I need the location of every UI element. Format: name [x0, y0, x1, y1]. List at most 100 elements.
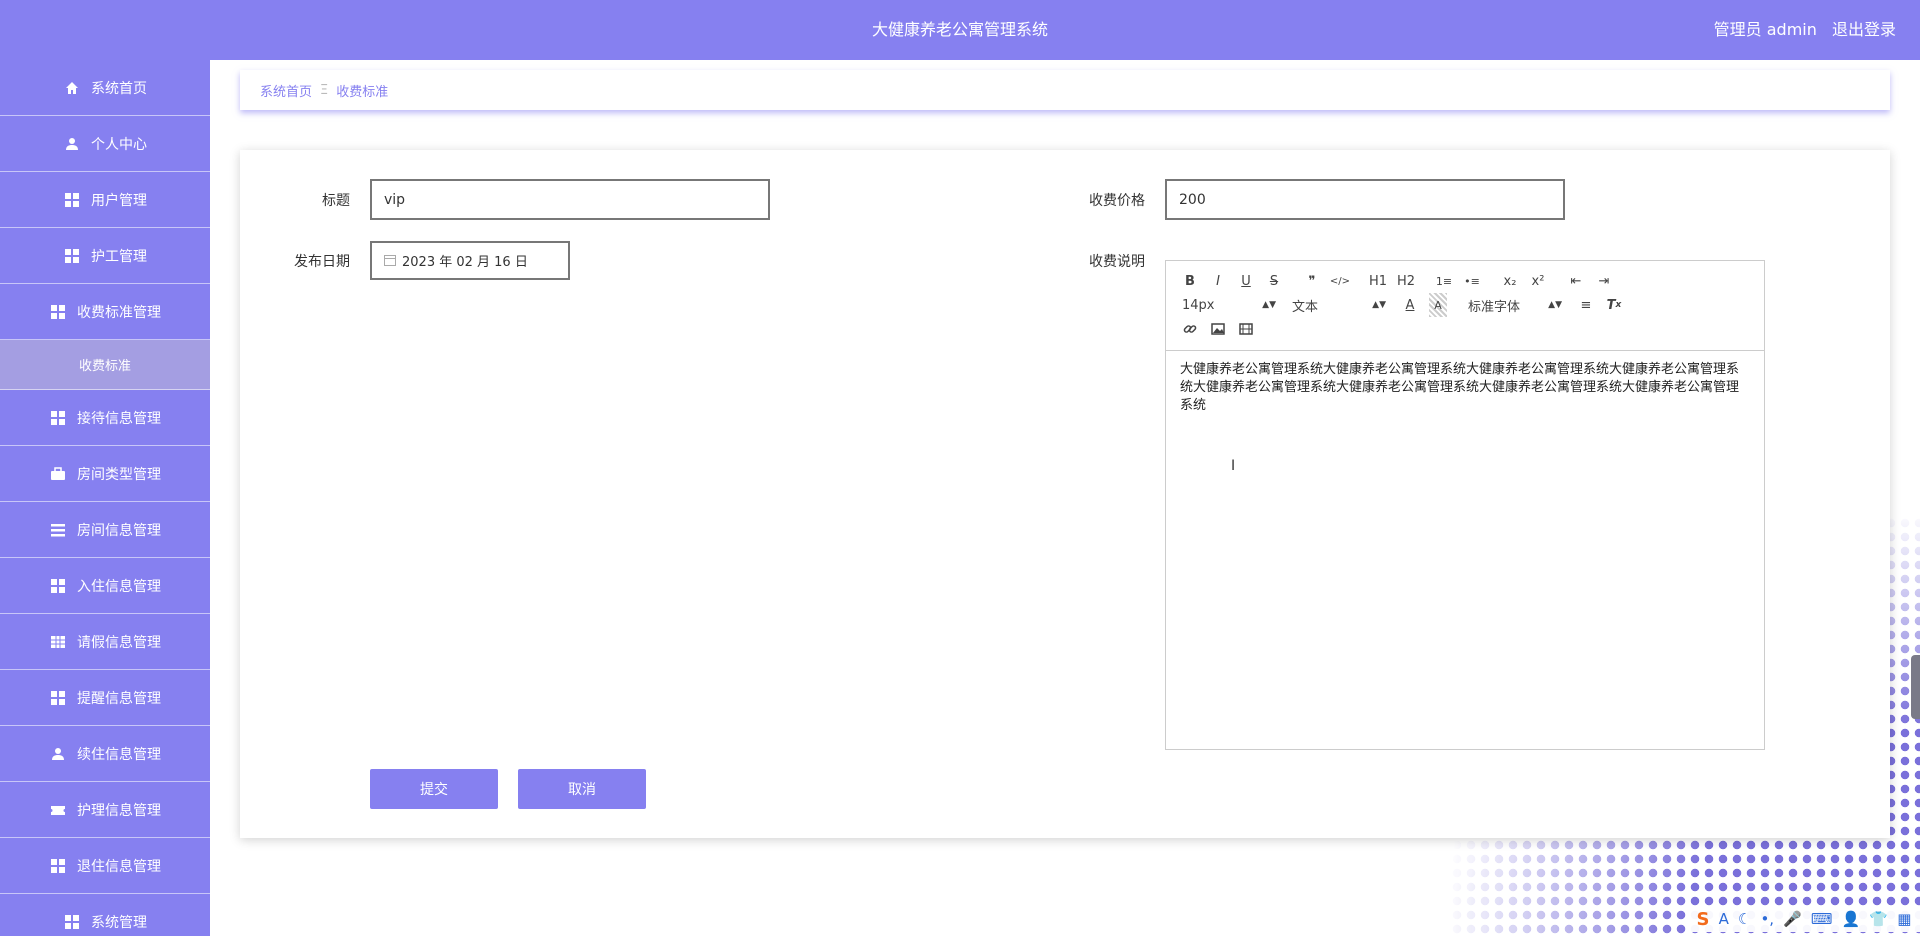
sidebar-item-label: 收费标准管理 — [77, 304, 161, 321]
sidebar-item-caregivers[interactable]: 护工管理 — [0, 228, 210, 284]
sidebar-item-checkin[interactable]: 入住信息管理 — [0, 558, 210, 614]
block-format-select[interactable]: 文本 ▲▼ — [1286, 293, 1386, 317]
sidebar-item-leave[interactable]: 请假信息管理 — [0, 614, 210, 670]
sidebar-item-label: 系统管理 — [91, 914, 147, 931]
grid-icon — [49, 409, 67, 427]
description-text: 大健康养老公寓管理系统大健康养老公寓管理系统大健康养老公寓管理系统大健康养老公寓… — [1180, 362, 1740, 413]
sidebar-item-label: 入住信息管理 — [77, 578, 161, 595]
link-icon[interactable] — [1176, 317, 1204, 341]
sidebar-item-reception[interactable]: 接待信息管理 — [0, 390, 210, 446]
sidebar-subitem-fee-standard[interactable]: 收费标准 — [0, 340, 210, 390]
user-icon — [49, 745, 67, 763]
font-family-select[interactable]: 标准字体 ▲▼ — [1462, 293, 1562, 317]
ordered-list-button[interactable]: 1≡ — [1430, 269, 1458, 293]
language-icon[interactable]: A — [1719, 910, 1729, 928]
sidebar-item-home[interactable]: 系统首页 — [0, 60, 210, 116]
ime-toolbar: S A ☾ •, 🎤 ⌨ 👤 👕 ▦ — [1688, 906, 1920, 932]
sidebar-item-fee-standards[interactable]: 收费标准管理 — [0, 284, 210, 340]
sidebar-item-label: 退住信息管理 — [77, 858, 161, 875]
blockquote-button[interactable]: ❞ — [1298, 269, 1326, 293]
toolbar-row-3 — [1176, 317, 1754, 341]
sogou-logo-icon[interactable]: S — [1697, 909, 1710, 930]
home-icon — [63, 79, 81, 97]
bold-button[interactable]: B — [1176, 269, 1204, 293]
sidebar-item-label: 护理信息管理 — [77, 802, 161, 819]
top-header: 大健康养老公寓管理系统 管理员 admin 退出登录 — [0, 0, 1920, 60]
calendar-icon — [384, 255, 396, 266]
sidebar-item-profile[interactable]: 个人中心 — [0, 116, 210, 172]
side-handle[interactable] — [1911, 655, 1920, 719]
video-icon[interactable] — [1232, 317, 1260, 341]
grid-icon — [63, 913, 81, 931]
breadcrumb-home[interactable]: 系统首页 — [260, 81, 312, 100]
sidebar-item-label: 房间信息管理 — [77, 522, 161, 539]
grid-icon — [49, 857, 67, 875]
sidebar-item-nursing[interactable]: 护理信息管理 — [0, 782, 210, 838]
list-icon — [49, 521, 67, 539]
moon-icon[interactable]: ☾ — [1738, 910, 1751, 928]
price-input-value: 200 — [1179, 191, 1206, 208]
code-block-button[interactable]: </> — [1326, 269, 1354, 293]
strikethrough-button[interactable]: S — [1260, 269, 1288, 293]
header-user-area: 管理员 admin 退出登录 — [1704, 0, 1896, 60]
align-icon[interactable]: ≡ — [1572, 293, 1600, 317]
font-size-select[interactable]: 14px ▲▼ — [1176, 293, 1276, 317]
editor-content[interactable]: 大健康养老公寓管理系统大健康养老公寓管理系统大健康养老公寓管理系统大健康养老公寓… — [1166, 351, 1764, 425]
microphone-icon[interactable]: 🎤 — [1783, 910, 1802, 928]
toolbar-row-2: 14px ▲▼ 文本 ▲▼ A A 标准字体 ▲▼ ≡ Tx — [1176, 293, 1754, 317]
indent-button[interactable]: ⇥ — [1590, 269, 1618, 293]
keyboard-icon[interactable]: ⌨ — [1811, 910, 1833, 928]
underline-button[interactable]: U — [1232, 269, 1260, 293]
breadcrumb-current: 收费标准 — [336, 84, 389, 100]
sidebar-item-extensions[interactable]: 续住信息管理 — [0, 726, 210, 782]
editor-toolbar: B I U S ❞ </> H1 H2 1≡ •≡ x₂ x² ⇤ ⇥ 14px… — [1166, 261, 1764, 351]
apps-icon[interactable]: ▦ — [1897, 910, 1911, 928]
sidebar-item-label: 收费标准 — [78, 359, 131, 374]
shirt-icon[interactable]: 👕 — [1869, 910, 1888, 928]
date-value: 2023 年 02 月 16 日 — [402, 255, 528, 270]
user-icon[interactable]: 👤 — [1842, 910, 1861, 928]
grid-icon — [49, 577, 67, 595]
submit-button[interactable]: 提交 — [370, 769, 498, 809]
subscript-button[interactable]: x₂ — [1496, 269, 1524, 293]
bullet-list-button[interactable]: •≡ — [1458, 269, 1486, 293]
breadcrumb: 系统首页 Ξ 收费标准 — [240, 70, 1890, 110]
header1-button[interactable]: H1 — [1364, 269, 1392, 293]
grid-icon — [63, 247, 81, 265]
italic-button[interactable]: I — [1204, 269, 1232, 293]
font-color-icon[interactable]: A — [1396, 293, 1424, 317]
sidebar-item-room-types[interactable]: 房间类型管理 — [0, 446, 210, 502]
sidebar-item-reminders[interactable]: 提醒信息管理 — [0, 670, 210, 726]
price-input[interactable]: 200 — [1165, 179, 1565, 220]
date-picker[interactable]: 2023 年 02 月 16 日 — [370, 241, 570, 280]
punctuation-icon[interactable]: •, — [1760, 910, 1774, 928]
background-color-icon[interactable]: A — [1429, 293, 1447, 317]
sidebar-item-label: 用户管理 — [91, 192, 147, 209]
image-icon[interactable] — [1204, 317, 1232, 341]
sidebar-item-checkout[interactable]: 退住信息管理 — [0, 838, 210, 894]
sidebar-item-label: 接待信息管理 — [77, 410, 161, 427]
sidebar: 系统首页 个人中心 用户管理 护工管理 收费标准管理 收费标准 接待信息管理 房… — [0, 60, 210, 936]
sidebar-item-label: 系统首页 — [91, 80, 147, 97]
sidebar-item-label: 房间类型管理 — [77, 466, 161, 483]
clear-format-icon[interactable]: Tx — [1600, 293, 1628, 317]
toolbar-row-1: B I U S ❞ </> H1 H2 1≡ •≡ x₂ x² ⇤ ⇥ — [1176, 269, 1754, 293]
sidebar-item-system[interactable]: 系统管理 — [0, 894, 210, 936]
sidebar-item-users[interactable]: 用户管理 — [0, 172, 210, 228]
sidebar-item-label: 请假信息管理 — [77, 634, 161, 651]
title-input[interactable]: vip — [370, 179, 770, 220]
form-card: 标题 vip 收费价格 200 发布日期 2023 年 02 月 16 日 收费… — [240, 150, 1890, 838]
outdent-button[interactable]: ⇤ — [1562, 269, 1590, 293]
cancel-button[interactable]: 取消 — [518, 769, 646, 809]
header2-button[interactable]: H2 — [1392, 269, 1420, 293]
sidebar-item-rooms[interactable]: 房间信息管理 — [0, 502, 210, 558]
rich-text-editor: B I U S ❞ </> H1 H2 1≡ •≡ x₂ x² ⇤ ⇥ 14px… — [1165, 260, 1765, 750]
select-arrows-icon: ▲▼ — [1262, 300, 1276, 310]
block-format-value: 文本 — [1292, 299, 1319, 315]
briefcase-icon — [49, 465, 67, 483]
price-label: 收费价格 — [1089, 193, 1145, 209]
table-icon — [49, 633, 67, 651]
logout-link[interactable]: 退出登录 — [1832, 20, 1896, 39]
superscript-button[interactable]: x² — [1524, 269, 1552, 293]
sidebar-item-label: 续住信息管理 — [77, 746, 161, 763]
